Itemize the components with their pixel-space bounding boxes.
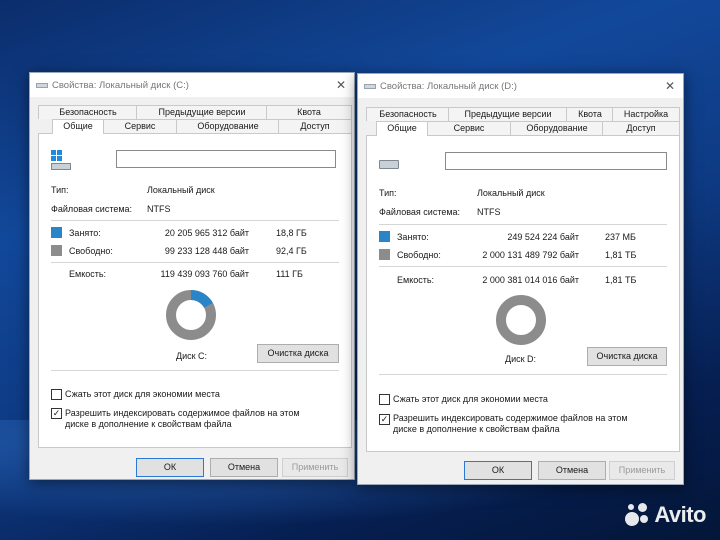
disk-label: Диск D: [505,354,537,364]
tab-previous-versions[interactable]: Предыдущие версии [136,105,268,119]
apply-button[interactable]: Применить [609,461,675,480]
separator [51,262,339,263]
disk-cleanup-button[interactable]: Очистка диска [257,344,339,363]
tab-row-1: Безопасность Предыдущие версии Квота Нас… [366,107,680,121]
type-value: Локальный диск [147,185,215,195]
tab-sharing[interactable]: Доступ [602,121,680,135]
disk-usage-donut [496,295,546,345]
drive-name-input[interactable] [116,150,336,168]
compress-checkbox[interactable] [51,389,62,400]
tab-service[interactable]: Сервис [426,121,512,135]
cancel-button[interactable]: Отмена [210,458,278,477]
capacity-label: Емкость: [69,269,107,279]
drive-icon [364,84,376,89]
free-label: Свободно: [69,246,113,256]
separator [51,370,339,371]
separator [379,374,667,375]
tab-general[interactable]: Общие [376,121,428,136]
close-icon[interactable]: ✕ [665,79,675,93]
capacity-size: 111 ГБ [276,269,303,279]
free-size: 1,81 ТБ [605,250,637,260]
tab-security[interactable]: Безопасность [366,107,450,121]
disk-label: Диск C: [176,351,208,361]
apply-button[interactable]: Применить [282,458,348,477]
tab-hardware[interactable]: Оборудование [176,119,280,133]
tab-row-2: Общие Сервис Оборудование Доступ [366,121,680,136]
type-label: Тип: [379,188,397,198]
disk-cleanup-button[interactable]: Очистка диска [587,347,667,366]
window-title: Свойства: Локальный диск (C:) [52,80,189,91]
properties-dialog-c: Свойства: Локальный диск (C:) ✕ Безопасн… [29,72,355,480]
drive-icon [36,83,48,88]
used-swatch [51,227,62,238]
separator [379,266,667,267]
drive-icon [379,160,399,169]
index-label: Разрешить индексировать содержимое файло… [65,408,300,429]
capacity-label: Емкость: [397,275,435,285]
ok-button[interactable]: ОК [136,458,204,477]
used-label: Занято: [397,232,429,242]
free-label: Свободно: [397,250,441,260]
capacity-bytes: 119 439 093 760 байт [160,269,249,279]
filesystem-value: NTFS [477,207,501,217]
tab-hardware[interactable]: Оборудование [510,121,604,135]
tab-service[interactable]: Сервис [102,119,178,133]
properties-dialog-d: Свойства: Локальный диск (D:) ✕ Безопасн… [357,73,684,485]
window-title: Свойства: Локальный диск (D:) [380,81,517,92]
filesystem-value: NTFS [147,204,171,214]
free-swatch [379,249,390,260]
separator [51,220,339,221]
tab-security[interactable]: Безопасность [38,105,138,119]
avito-watermark: Avito [625,502,706,528]
type-label: Тип: [51,185,69,195]
separator [379,224,667,225]
avito-logo-icon [625,503,649,527]
capacity-size: 1,81 ТБ [605,275,637,285]
tab-quota[interactable]: Квота [266,105,352,119]
tab-quota[interactable]: Квота [566,107,614,121]
capacity-bytes: 2 000 381 014 016 байт [482,275,579,285]
drive-name-input[interactable] [445,152,667,170]
disk-usage-donut [166,290,216,340]
free-space-ring [496,295,546,345]
index-checkbox[interactable]: ✓ [51,408,62,419]
title-bar[interactable]: Свойства: Локальный диск (C:) ✕ [30,73,354,97]
windows-drive-icon [51,150,71,170]
compress-checkbox[interactable] [379,394,390,405]
ok-button[interactable]: ОК [464,461,532,480]
filesystem-label: Файловая система: [379,207,461,217]
tab-previous-versions[interactable]: Предыдущие версии [448,107,568,121]
tab-row-2: Общие Сервис Оборудование Доступ [38,119,352,134]
filesystem-label: Файловая система: [51,204,133,214]
cancel-button[interactable]: Отмена [538,461,606,480]
general-panel: Тип: Локальный диск Файловая система: NT… [38,133,352,448]
used-label: Занято: [69,228,101,238]
tab-row-1: Безопасность Предыдущие версии Квота [38,105,352,119]
used-bytes: 20 205 965 312 байт [164,228,249,238]
used-size: 18,8 ГБ [276,228,307,238]
close-icon[interactable]: ✕ [336,78,346,92]
free-bytes: 2 000 131 489 792 байт [482,250,579,260]
used-size: 237 МБ [605,232,636,242]
type-value: Локальный диск [477,188,545,198]
index-label: Разрешить индексировать содержимое файло… [393,413,628,434]
tab-general[interactable]: Общие [52,119,104,134]
free-swatch [51,245,62,256]
avito-logo-text: Avito [654,502,706,527]
general-panel: Тип: Локальный диск Файловая система: NT… [366,135,680,452]
index-checkbox[interactable]: ✓ [379,414,390,425]
compress-label: Сжать этот диск для экономии места [65,389,220,399]
title-bar[interactable]: Свойства: Локальный диск (D:) ✕ [358,74,683,98]
tab-sharing[interactable]: Доступ [278,119,352,133]
compress-label: Сжать этот диск для экономии места [393,394,548,404]
free-size: 92,4 ГБ [276,246,307,256]
tab-customize[interactable]: Настройка [612,107,680,121]
free-bytes: 99 233 128 448 байт [164,246,249,256]
used-bytes: 249 524 224 байт [507,232,579,242]
used-swatch [379,231,390,242]
